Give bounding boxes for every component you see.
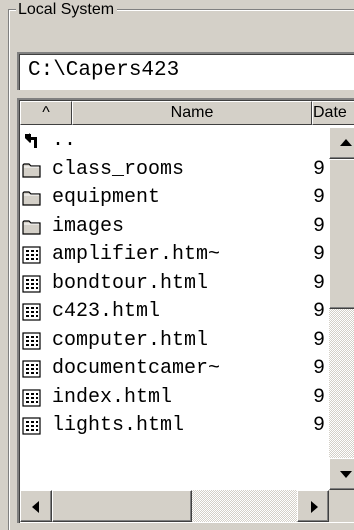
horizontal-scrollbar[interactable] xyxy=(20,490,329,522)
file-name: documentcamer~ xyxy=(52,357,221,380)
list-item[interactable]: bondtour.html 9 xyxy=(20,270,330,299)
path-field[interactable]: C:\Capers423 xyxy=(17,52,354,90)
arrow-right-icon xyxy=(311,501,318,513)
list-item[interactable]: documentcamer~ 9 xyxy=(20,355,330,384)
file-rows: .. class_rooms 9 equipment 9 images 9 am… xyxy=(20,127,330,441)
list-item[interactable]: .. xyxy=(20,127,330,156)
group-title: Local System xyxy=(16,0,118,20)
list-item[interactable]: amplifier.htm~ 9 xyxy=(20,241,330,270)
date-column-header[interactable]: Date xyxy=(312,101,354,125)
list-header: ^ Name Date xyxy=(20,101,354,125)
file-icon xyxy=(22,360,41,378)
folder-icon xyxy=(22,191,41,206)
sort-column-header[interactable]: ^ xyxy=(20,101,72,125)
arrow-down-icon xyxy=(340,471,352,478)
arrow-left-icon xyxy=(32,501,39,513)
scroll-up-button[interactable] xyxy=(329,127,354,159)
folder-icon xyxy=(22,219,41,235)
list-item[interactable]: c423.html 9 xyxy=(20,298,330,327)
list-item[interactable]: index.html 9 xyxy=(20,384,330,413)
file-name: .. xyxy=(52,129,77,152)
file-name: equipment xyxy=(52,186,161,209)
arrow-up-icon xyxy=(340,139,352,146)
scroll-right-button[interactable] xyxy=(297,490,329,522)
file-icon xyxy=(22,417,41,435)
file-name: c423.html xyxy=(52,300,161,323)
vertical-scroll-thumb[interactable] xyxy=(329,159,354,309)
up-folder-icon xyxy=(25,133,37,148)
list-item[interactable]: equipment 9 xyxy=(20,184,330,213)
file-icon xyxy=(22,246,41,264)
file-name: class_rooms xyxy=(52,157,185,181)
file-icon xyxy=(22,388,41,407)
file-name: bondtour.html xyxy=(52,271,209,295)
file-name: images xyxy=(52,214,125,238)
folder-icon xyxy=(22,162,41,178)
name-column-header[interactable]: Name xyxy=(72,101,312,125)
list-item[interactable]: images 9 xyxy=(20,213,330,242)
file-name: amplifier.htm~ xyxy=(52,243,221,266)
list-item[interactable]: computer.html 9 xyxy=(20,327,330,356)
scrollbar-corner xyxy=(329,490,354,522)
scroll-left-button[interactable] xyxy=(20,490,52,522)
file-name: computer.html xyxy=(52,328,209,352)
file-icon xyxy=(22,303,41,321)
scroll-down-button[interactable] xyxy=(329,458,354,490)
file-icon xyxy=(22,331,41,350)
vertical-scrollbar[interactable] xyxy=(329,127,354,490)
file-icon xyxy=(22,274,41,293)
file-name: index.html xyxy=(52,385,173,409)
horizontal-scroll-thumb[interactable] xyxy=(52,490,192,522)
list-item[interactable]: class_rooms 9 xyxy=(20,156,330,185)
file-name: lights.html xyxy=(52,414,185,437)
list-item[interactable]: lights.html 9 xyxy=(20,412,330,441)
file-list[interactable]: ^ Name Date .. class_rooms 9 equipment 9… xyxy=(17,98,354,523)
